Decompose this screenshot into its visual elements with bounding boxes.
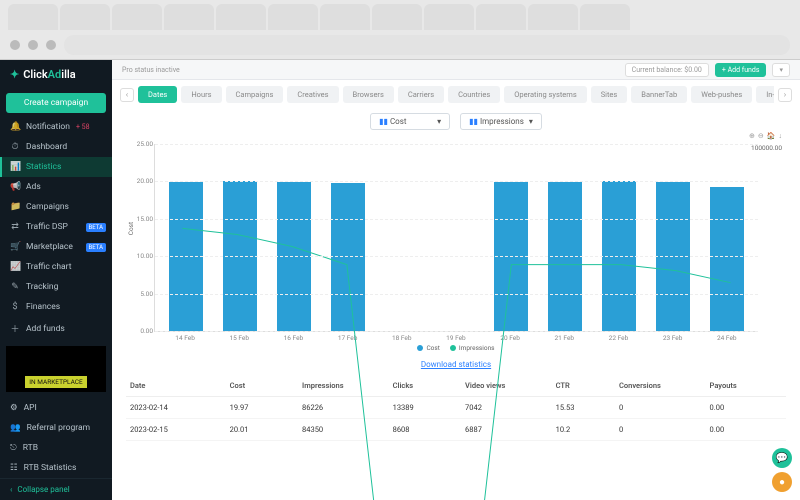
table-header: Payouts (710, 381, 782, 390)
chart-tool[interactable]: ↓ (779, 132, 783, 140)
url-bar[interactable] (64, 35, 790, 55)
chart-area: ⊕⊖🏠↓ 100000.00 0.005.0010.0015.0020.0025… (112, 132, 800, 354)
notification-icon: 🔔 (10, 122, 20, 132)
chart-selectors: ▮▮ Cost ▾ ▮▮ Impressions ▾ (112, 109, 800, 132)
table-header: Cost (230, 381, 302, 390)
sidebar-item-marketplace[interactable]: 🛒MarketplaceBETA (0, 237, 112, 257)
table-header: Clicks (393, 381, 465, 390)
sidebar-item-dashboard[interactable]: ⏱Dashboard (0, 137, 112, 157)
sidebar-promo[interactable]: IN MARKETPLACE (6, 346, 106, 392)
sidebar-item-rtb-statistics[interactable]: ☷RTB Statistics (0, 458, 112, 478)
traffic dsp-icon: ⇄ (10, 222, 20, 232)
chart-bar (710, 187, 744, 331)
table-header: Video views (465, 381, 556, 390)
tab-operating-systems[interactable]: Operating systems (504, 86, 586, 103)
logo: ✦ ClickAdilla (0, 60, 112, 89)
tab-creatives[interactable]: Creatives (287, 86, 338, 103)
tab-carriers[interactable]: Carriers (398, 86, 444, 103)
browser-tab-strip (0, 0, 800, 30)
chart-tool[interactable]: ⊕ (749, 132, 755, 140)
segment-tabs: ‹ DatesHours CampaignsCreatives BrowsersCa… (112, 80, 800, 109)
statistics-icon: 📊 (10, 162, 20, 172)
tabs-scroll-left[interactable]: ‹ (120, 88, 134, 102)
tab-web-pushes[interactable]: Web-pushes (691, 86, 752, 103)
chart-tool[interactable]: ⊖ (758, 132, 764, 140)
sidebar-nav: 🔔Notification+ 58⏱Dashboard📊Statistics📢A… (0, 117, 112, 340)
bar-chart-icon: ▮▮ (379, 117, 388, 126)
sidebar-item-statistics[interactable]: 📊Statistics (0, 157, 112, 177)
tabs-scroll-right[interactable]: › (778, 88, 792, 102)
sidebar-item-traffic-chart[interactable]: 📈Traffic chart (0, 257, 112, 277)
sidebar-item-campaigns[interactable]: 📁Campaigns (0, 197, 112, 217)
table-header: Conversions (619, 381, 710, 390)
fab-button[interactable]: 💬 (772, 448, 792, 468)
tab-in-page[interactable]: In-page (756, 86, 774, 103)
sidebar-item-traffic-dsp[interactable]: ⇄Traffic DSPBETA (0, 217, 112, 237)
main-content: Pro status inactive Current balance: $0.… (112, 60, 800, 500)
chevron-down-icon: ▾ (437, 117, 441, 126)
tracking-icon: ✎ (10, 282, 20, 292)
chart-tool[interactable]: 🏠 (767, 132, 776, 140)
chart-legend: Cost Impressions (126, 342, 786, 352)
status-text: Pro status inactive (122, 66, 180, 74)
ads-icon: 📢 (10, 182, 20, 192)
chart-toolbar[interactable]: ⊕⊖🏠↓ (749, 132, 782, 140)
chevron-left-icon: ‹ (10, 485, 12, 494)
table-header: CTR (556, 381, 619, 390)
tab-dates[interactable]: Dates (138, 86, 177, 103)
y-axis-label: Cost (127, 221, 135, 234)
sidebar-item-ads[interactable]: 📢Ads (0, 177, 112, 197)
logo-icon: ✦ (10, 68, 19, 81)
chevron-down-icon: ▾ (529, 117, 533, 126)
sidebar-item-tracking[interactable]: ✎Tracking (0, 277, 112, 297)
create-campaign-button[interactable]: Create campaign (6, 93, 106, 113)
browser-chrome (0, 0, 800, 60)
sidebar-item-add-funds[interactable]: ＋Add funds (0, 317, 112, 340)
tab-sites[interactable]: Sites (591, 86, 628, 103)
table-row: 2023-02-1520.01843508608688710.200.00 (126, 419, 786, 441)
traffic chart-icon: 📈 (10, 262, 20, 272)
finances-icon: $ (10, 302, 20, 312)
collapse-panel-button[interactable]: ‹ Collapse panel (0, 478, 112, 500)
sidebar-item-notification[interactable]: 🔔Notification+ 58 (0, 117, 112, 137)
sidebar-item-finances[interactable]: $Finances (0, 297, 112, 317)
floating-actions: 💬● (772, 448, 792, 492)
browser-url-row (0, 30, 800, 60)
table-header: Date (130, 381, 230, 390)
metric-select-impressions[interactable]: ▮▮ Impressions ▾ (460, 113, 542, 130)
sidebar-item-api[interactable]: ⚙API (0, 398, 112, 418)
tab-campaigns[interactable]: Campaigns (226, 86, 284, 103)
marketplace-icon: 🛒 (10, 242, 20, 252)
tab-hours[interactable]: Hours (181, 86, 221, 103)
stats-table: DateCostImpressionsClicksVideo viewsCTRC… (112, 375, 800, 441)
bar-chart-icon: ▮▮ (469, 117, 478, 126)
sidebar-bottom-nav: ⚙API👥Referral program⎋RTB☷RTB Statistics (0, 398, 112, 478)
sidebar-item-referral-program[interactable]: 👥Referral program (0, 418, 112, 438)
metric-select-cost[interactable]: ▮▮ Cost ▾ (370, 113, 450, 130)
download-statistics-link[interactable]: Download statistics (112, 354, 800, 375)
dashboard-icon: ⏱ (10, 142, 20, 152)
tab-bannertab[interactable]: BannerTab (631, 86, 687, 103)
table-row: 2023-02-1419.978622613389704215.5300.00 (126, 397, 786, 419)
table-header: Impressions (302, 381, 393, 390)
add-funds-button[interactable]: + Add funds (715, 63, 767, 77)
user-menu[interactable]: ▾ (772, 63, 790, 77)
sidebar: ✦ ClickAdilla Create campaign 🔔Notificat… (0, 60, 112, 500)
tab-browsers[interactable]: Browsers (343, 86, 394, 103)
sidebar-item-rtb[interactable]: ⎋RTB (0, 438, 112, 458)
promo-tag: IN MARKETPLACE (25, 376, 87, 388)
topbar: Pro status inactive Current balance: $0.… (112, 60, 800, 80)
balance-pill: Current balance: $0.00 (625, 63, 709, 77)
campaigns-icon: 📁 (10, 202, 20, 212)
tab-countries[interactable]: Countries (448, 86, 500, 103)
fab-button[interactable]: ● (772, 472, 792, 492)
add funds-icon: ＋ (10, 322, 20, 335)
chart: 0.005.0010.0015.0020.0025.00 Cost Impres… (154, 144, 758, 332)
